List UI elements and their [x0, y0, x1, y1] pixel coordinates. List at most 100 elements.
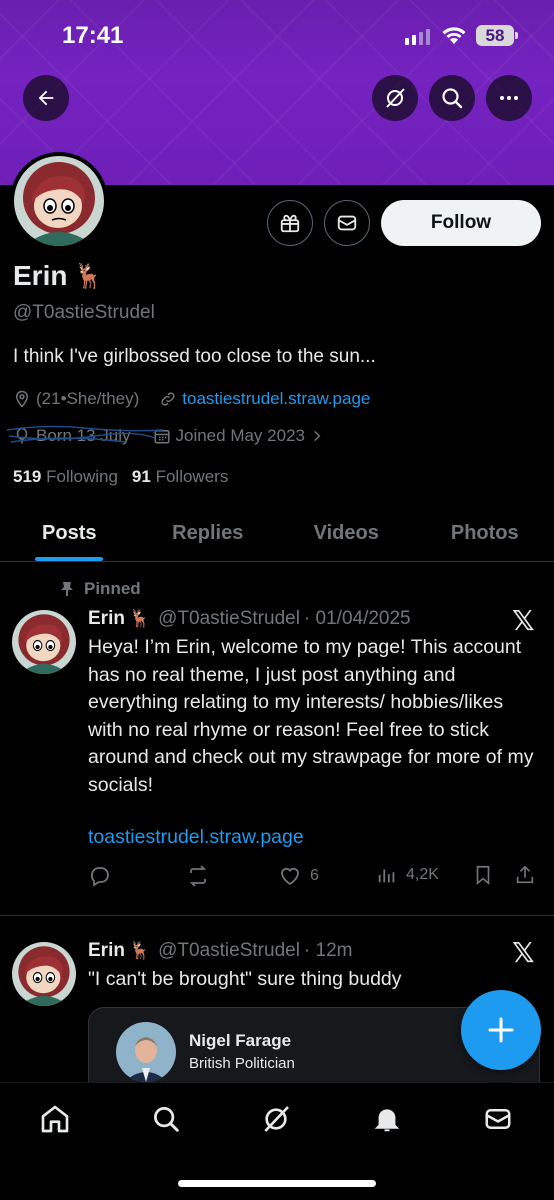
- followers-number: 91: [131, 467, 151, 486]
- joined-text: Joined May 2023: [175, 426, 305, 445]
- search-button[interactable]: [429, 75, 475, 121]
- scribble-overlay: [6, 425, 164, 443]
- post-author[interactable]: Erin 🦌: [88, 940, 150, 962]
- tab-replies[interactable]: Replies: [139, 505, 278, 561]
- share-icon: [516, 865, 534, 884]
- location-pin-icon: [15, 390, 29, 408]
- arrow-left-icon: [38, 90, 54, 106]
- post-divider: [0, 915, 554, 916]
- avatar-illustration: [14, 156, 104, 246]
- website-item[interactable]: toastiestrudel.straw.page: [159, 389, 370, 409]
- search-icon: [154, 1107, 179, 1132]
- tab-posts[interactable]: Posts: [0, 505, 139, 561]
- pinned-label: Pinned: [60, 579, 141, 599]
- search-icon: [442, 88, 463, 109]
- post-avatar[interactable]: [12, 610, 76, 674]
- profile-name: Erin 🦌: [13, 260, 103, 292]
- profile-meta-row-2: Born 13 July Joined May 2023: [6, 425, 324, 446]
- post-handle: @T0astieStrudel: [158, 940, 300, 961]
- heart-icon: [281, 867, 299, 886]
- tab-photos[interactable]: Photos: [416, 505, 554, 561]
- following-count[interactable]: 519 Following: [13, 467, 118, 487]
- followers-count[interactable]: 91 Followers: [132, 467, 228, 487]
- reply-button[interactable]: [88, 864, 112, 888]
- plus-icon: [488, 1017, 514, 1043]
- link-icon: [161, 392, 175, 406]
- back-button[interactable]: [23, 75, 69, 121]
- following-label: Following: [46, 467, 118, 486]
- post-text: Heya! I’m Erin, welcome to my page! This…: [88, 636, 534, 796]
- home-icon: [41, 1105, 69, 1133]
- website-link[interactable]: toastiestrudel.straw.page: [182, 389, 370, 409]
- battery-indicator: 58: [476, 25, 518, 46]
- nav-search[interactable]: [148, 1101, 184, 1137]
- post-avatar[interactable]: [12, 942, 76, 1006]
- share-button[interactable]: [514, 864, 536, 886]
- compose-post-button[interactable]: [461, 990, 541, 1070]
- repost-button[interactable]: [186, 864, 210, 888]
- bookmark-button[interactable]: [472, 864, 494, 886]
- gift-icon: [280, 214, 300, 233]
- quoted-person-name: Nigel Farage: [189, 1031, 292, 1050]
- grok-icon: [264, 1106, 289, 1132]
- post-header: Erin 🦌 @T0astieStrudel · 12m: [88, 940, 353, 962]
- grok-icon: [386, 88, 405, 108]
- follow-button[interactable]: Follow: [381, 200, 541, 246]
- post-actions: 6 4,2K: [88, 864, 538, 892]
- grok-button[interactable]: [372, 75, 418, 121]
- pinned-text: Pinned: [84, 579, 141, 598]
- post-author-name: Erin: [88, 940, 125, 961]
- post-link[interactable]: toastiestrudel.straw.page: [88, 826, 304, 849]
- nav-home[interactable]: [37, 1101, 73, 1137]
- envelope-icon: [485, 1109, 511, 1129]
- post-handle: @T0astieStrudel: [158, 608, 300, 629]
- follow-counts: 519 Following 91 Followers: [13, 467, 228, 487]
- envelope-icon: [337, 215, 357, 231]
- nav-notifications[interactable]: [369, 1101, 405, 1137]
- quoted-person-subtitle: British Politician: [189, 1055, 295, 1072]
- deer-emoji: 🦌: [73, 262, 104, 290]
- following-number: 519: [13, 467, 42, 486]
- reply-icon: [91, 867, 109, 887]
- post-header: Erin 🦌 @T0astieStrudel · 01/04/2025: [88, 608, 411, 630]
- profile-name-text: Erin: [13, 260, 68, 291]
- battery-level: 58: [485, 25, 505, 45]
- profile-handle: @T0astieStrudel: [13, 302, 155, 323]
- nav-messages[interactable]: [480, 1101, 516, 1137]
- views-button[interactable]: 4,2K: [376, 864, 439, 886]
- pin-icon: [61, 582, 73, 596]
- like-button[interactable]: 6: [278, 864, 319, 888]
- message-button[interactable]: [324, 200, 370, 246]
- birthday-item: Born 13 July: [6, 425, 164, 446]
- cellular-signal-icon: [405, 29, 430, 45]
- subscribe-gift-button[interactable]: [267, 200, 313, 246]
- profile-tabs: Posts Replies Videos Photos: [0, 505, 554, 562]
- views-chart-icon: [378, 869, 395, 883]
- status-time: 17:41: [62, 22, 124, 49]
- x-logo-icon: 𝕏: [512, 605, 535, 636]
- deer-emoji: 🦌: [128, 941, 151, 960]
- joined-item[interactable]: Joined May 2023: [153, 426, 324, 446]
- bell-icon: [374, 1109, 400, 1132]
- chevron-right-icon: [314, 430, 321, 442]
- more-icon: [500, 96, 518, 100]
- bookmark-icon: [476, 865, 490, 886]
- wifi-icon: [442, 27, 466, 44]
- tab-videos[interactable]: Videos: [277, 505, 416, 561]
- quoted-person-photo: [116, 1022, 176, 1082]
- post-text: "I can't be brought" sure thing buddy: [88, 968, 402, 990]
- post-date: · 01/04/2025: [303, 608, 411, 629]
- profile-avatar[interactable]: [10, 152, 108, 250]
- home-indicator[interactable]: [178, 1180, 376, 1187]
- nav-grok[interactable]: [258, 1101, 294, 1137]
- more-options-button[interactable]: [486, 75, 532, 121]
- followers-label: Followers: [155, 467, 229, 486]
- profile-meta-row-1: (21•She/they) toastiestrudel.straw.page: [13, 389, 370, 409]
- post-author-name: Erin: [88, 608, 125, 629]
- location-item: (21•She/they): [13, 389, 139, 409]
- status-bar: 17:41 58: [0, 0, 554, 70]
- location-text: (21•She/they): [36, 389, 140, 408]
- x-logo-icon: 𝕏: [512, 937, 535, 968]
- post-author[interactable]: Erin 🦌: [88, 608, 150, 630]
- like-count: 6: [310, 867, 319, 884]
